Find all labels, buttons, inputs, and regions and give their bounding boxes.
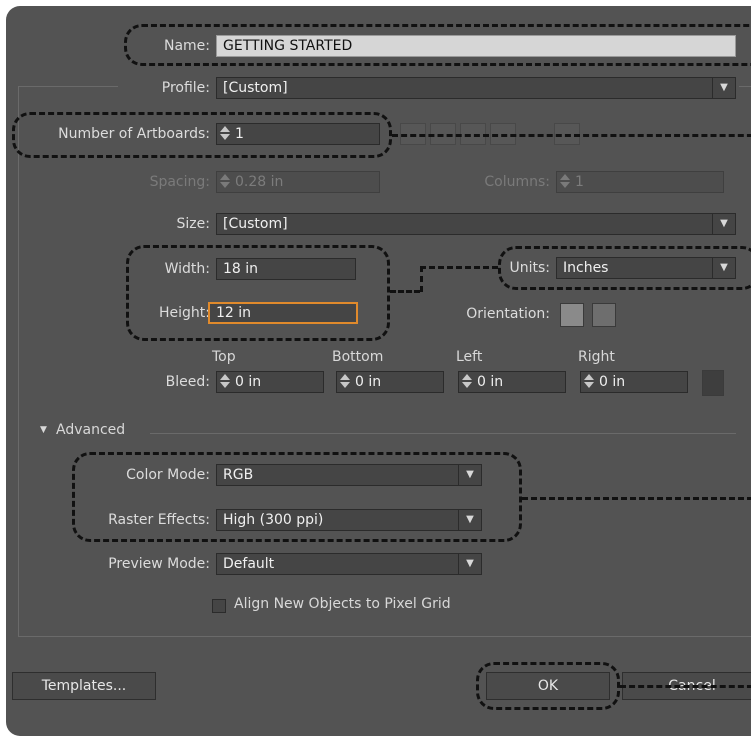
callout-artboards [12,112,392,158]
bleed-bottom-label: Bottom [332,349,384,365]
bleed-right-stepper[interactable]: 0 in [580,371,688,393]
bleed-left-value: 0 in [477,374,504,390]
bleed-right-value: 0 in [599,374,626,390]
spacing-value: 0.28 in [235,174,284,190]
triangle-down-icon[interactable]: ▼ [40,425,47,435]
preview-mode-label: Preview Mode: [108,556,210,572]
advanced-divider [150,433,736,434]
advanced-toggle[interactable]: Advanced [56,422,125,438]
callout-size-line-b [420,266,423,292]
profile-value: [Custom] [223,80,288,96]
columns-stepper[interactable]: 1 [556,171,724,193]
columns-label: Columns: [484,174,550,190]
stepper-arrows-icon [219,172,231,190]
stepper-arrows-icon [339,372,351,390]
size-value: [Custom] [223,216,288,232]
preview-mode-select[interactable]: Default ▼ [216,553,482,575]
bleed-right-label: Right [578,349,615,365]
stepper-arrows-icon [219,372,231,390]
size-label: Size: [176,216,210,232]
stepper-arrows-icon [461,372,473,390]
templates-button[interactable]: Templates... [12,672,156,700]
callout-artboards-line [392,134,751,137]
group-border-left [18,86,19,636]
profile-label: Profile: [161,80,210,96]
bleed-top-stepper[interactable]: 0 in [216,371,324,393]
callout-ok [476,662,620,710]
landscape-orientation-icon[interactable] [592,303,616,327]
callout-size-line-c [420,266,498,269]
callout-ok-line [620,685,751,688]
group-border-bottom [18,636,751,637]
spacing-label: Spacing: [149,174,210,190]
bleed-top-value: 0 in [235,374,262,390]
stepper-arrows-icon [559,172,571,190]
chevron-down-icon: ▼ [712,214,735,234]
profile-select[interactable]: [Custom] ▼ [216,77,736,99]
spacing-stepper[interactable]: 0.28 in [216,171,380,193]
bleed-left-stepper[interactable]: 0 in [458,371,566,393]
bleed-left-label: Left [456,349,483,365]
link-bleed-icon[interactable] [702,370,724,396]
stepper-arrows-icon [583,372,595,390]
callout-name [124,24,751,66]
bleed-bottom-value: 0 in [355,374,382,390]
chevron-down-icon: ▼ [712,78,735,98]
callout-color-raster-line [522,497,751,500]
preview-mode-value: Default [223,556,275,572]
new-document-dialog: Name: GETTING STARTED Profile: [Custom] … [6,6,751,736]
bleed-top-label: Top [212,349,236,365]
portrait-orientation-icon[interactable] [560,303,584,327]
orientation-label: Orientation: [466,306,550,322]
callout-width-height [126,245,390,341]
columns-value: 1 [575,174,584,190]
size-select[interactable]: [Custom] ▼ [216,213,736,235]
callout-color-raster [72,452,522,542]
callout-units [498,246,751,290]
align-pixel-grid-checkbox[interactable] [212,599,226,613]
group-border-top-right [739,86,751,87]
callout-size-line-a [390,290,420,293]
chevron-down-icon: ▼ [458,554,481,574]
bleed-bottom-stepper[interactable]: 0 in [336,371,444,393]
align-pixel-grid-label: Align New Objects to Pixel Grid [234,596,451,612]
bleed-label: Bleed: [165,374,210,390]
